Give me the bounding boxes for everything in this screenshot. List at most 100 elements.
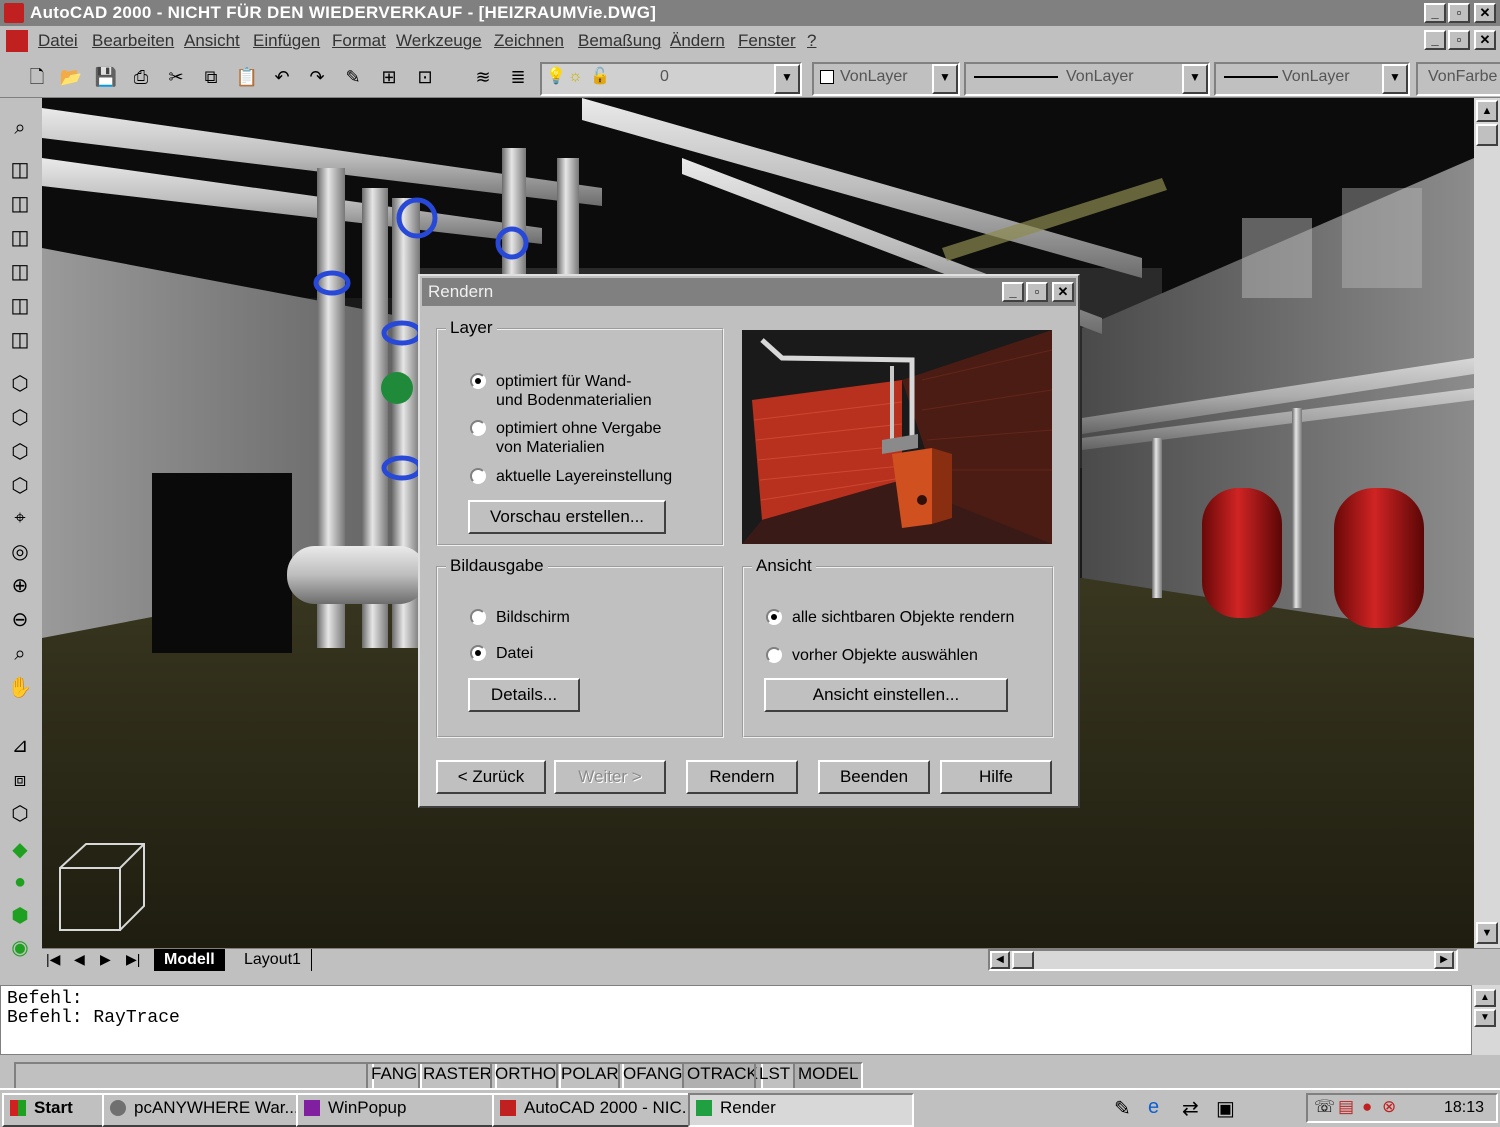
prev-tab-icon[interactable]: ◀ <box>74 951 85 968</box>
box-icon[interactable]: ⬡ <box>6 800 34 828</box>
layers-icon[interactable]: ≋ <box>470 64 496 90</box>
insert-block-icon[interactable]: ⊡ <box>412 64 438 90</box>
close-button[interactable]: ✕ <box>1474 3 1496 23</box>
desktop-icon[interactable]: ▣ <box>1216 1096 1235 1121</box>
command-scrollbar[interactable]: ▲ ▼ <box>1472 985 1500 1055</box>
dialog-minimize-button[interactable]: _ <box>1002 282 1024 302</box>
lineweight-dropdown[interactable]: VonLayer ▼ <box>1214 62 1410 96</box>
left-view-icon[interactable]: ◫ <box>6 224 34 252</box>
linetype-dropdown[interactable]: VonLayer ▼ <box>964 62 1210 96</box>
menu-datei[interactable]: Datei <box>38 31 78 51</box>
dialog-maximize-button[interactable]: ▫ <box>1026 282 1048 302</box>
mapping-icon[interactable]: ⬢ <box>6 902 34 930</box>
menu-aendern[interactable]: Ändern <box>670 31 725 51</box>
quicklaunch-editor-icon[interactable]: ✎ <box>1114 1096 1131 1121</box>
first-tab-icon[interactable]: |◀ <box>46 951 60 968</box>
bottom-view-icon[interactable]: ◫ <box>6 190 34 218</box>
set-view-button[interactable]: Ansicht einstellen... <box>764 678 1008 712</box>
menu-format[interactable]: Format <box>332 31 386 51</box>
front-view-icon[interactable]: ◫ <box>6 292 34 320</box>
network-icon[interactable]: ⇄ <box>1182 1096 1199 1121</box>
open-folder-icon[interactable]: 📂 <box>58 64 84 90</box>
zoom-window-icon[interactable]: ⌕ <box>6 640 34 668</box>
save-icon[interactable]: 💾 <box>93 64 119 90</box>
undo-icon[interactable]: ↶ <box>269 64 295 90</box>
maximize-button[interactable]: ▫ <box>1448 3 1470 23</box>
task-pcanywhere[interactable]: pcANYWHERE War... <box>102 1093 326 1127</box>
doc-minimize-button[interactable]: _ <box>1424 30 1446 50</box>
landscape-icon[interactable]: ◉ <box>6 934 34 962</box>
doc-close-button[interactable]: ✕ <box>1474 30 1496 50</box>
design-center-icon[interactable]: ⊞ <box>376 64 402 90</box>
task-winpopup[interactable]: WinPopup <box>296 1093 522 1127</box>
right-view-icon[interactable]: ◫ <box>6 258 34 286</box>
radio-render-all-visible[interactable]: alle sichtbaren Objekte rendern <box>766 608 1014 627</box>
scroll-down-icon[interactable]: ▼ <box>1476 922 1498 944</box>
menu-bemassung[interactable]: Bemaßung <box>578 31 661 51</box>
h-scroll-thumb[interactable] <box>1012 951 1034 969</box>
zoom-in-icon[interactable]: ⊕ <box>6 572 34 600</box>
top-view-icon[interactable]: ◫ <box>6 156 34 184</box>
radio-current-layer[interactable]: aktuelle Layereinstellung <box>470 467 672 486</box>
minimize-button[interactable]: _ <box>1424 3 1446 23</box>
start-button[interactable]: Start <box>2 1093 116 1127</box>
scene-icon[interactable]: ⧈ <box>6 766 34 794</box>
scroll-thumb[interactable] <box>1476 124 1498 146</box>
tray-ati-icon[interactable]: ⊗ <box>1382 1097 1396 1117</box>
details-button[interactable]: Details... <box>468 678 580 712</box>
properties-icon[interactable]: ✎ <box>340 64 366 90</box>
materials-icon[interactable]: ◆ <box>6 836 34 864</box>
dialog-close-button[interactable]: ✕ <box>1052 282 1074 302</box>
menu-bearbeiten[interactable]: Bearbeiten <box>92 31 174 51</box>
color-dropdown[interactable]: VonLayer ▼ <box>812 62 960 96</box>
pan-icon[interactable]: ✋ <box>6 674 34 702</box>
next-button[interactable]: Weiter > <box>554 760 666 794</box>
horizontal-scrollbar[interactable]: ◀ ▶ <box>988 949 1458 971</box>
radio-output-screen[interactable]: Bildschirm <box>470 608 570 627</box>
tray-monitor-icon[interactable]: ▤ <box>1338 1097 1354 1117</box>
menu-help[interactable]: ? <box>807 31 816 51</box>
radio-output-file[interactable]: Datei <box>470 644 533 663</box>
status-lwt[interactable]: LST <box>754 1062 796 1090</box>
menu-ansicht[interactable]: Ansicht <box>184 31 240 51</box>
help-button[interactable]: Hilfe <box>940 760 1052 794</box>
chevron-down-icon[interactable]: ▼ <box>1382 64 1408 94</box>
plotstyle-dropdown[interactable]: VonFarbe <box>1416 62 1500 96</box>
back-view-icon[interactable]: ◫ <box>6 326 34 354</box>
menu-zeichnen[interactable]: Zeichnen <box>494 31 564 51</box>
menu-werkzeuge[interactable]: Werkzeuge <box>396 31 482 51</box>
status-ortho[interactable]: ORTHO <box>490 1062 562 1090</box>
sphere-icon[interactable]: ● <box>6 868 34 896</box>
ne-iso-icon[interactable]: ⬡ <box>6 438 34 466</box>
scroll-down-icon[interactable]: ▼ <box>1474 1009 1496 1027</box>
scroll-up-icon[interactable]: ▲ <box>1476 100 1498 122</box>
radio-optimized-no-materials[interactable]: optimiert ohne Vergabe von Materialien <box>470 419 661 457</box>
next-tab-icon[interactable]: ▶ <box>100 951 111 968</box>
copy-icon[interactable]: ⧉ <box>198 64 224 90</box>
scroll-left-icon[interactable]: ◀ <box>990 951 1010 969</box>
sw-iso-icon[interactable]: ⬡ <box>6 370 34 398</box>
command-window[interactable]: Befehl: Befehl: RayTrace <box>0 985 1472 1055</box>
status-model[interactable]: MODEL <box>793 1062 864 1090</box>
radio-optimized-materials[interactable]: optimiert für Wand- und Bodenmaterialien <box>470 372 652 410</box>
finish-button[interactable]: Beenden <box>818 760 930 794</box>
menu-fenster[interactable]: Fenster <box>738 31 796 51</box>
status-polar[interactable]: POLAR <box>556 1062 624 1090</box>
last-tab-icon[interactable]: ▶| <box>126 951 140 968</box>
tab-model[interactable]: Modell <box>154 949 225 971</box>
paste-icon[interactable]: 📋 <box>234 64 260 90</box>
tray-record-icon[interactable]: ● <box>1362 1097 1372 1117</box>
scroll-up-icon[interactable]: ▲ <box>1474 989 1496 1007</box>
vertical-scrollbar[interactable]: ▲ ▼ <box>1474 98 1500 948</box>
status-snap[interactable]: FANG <box>366 1062 423 1090</box>
chevron-down-icon[interactable]: ▼ <box>1182 64 1208 94</box>
task-autocad[interactable]: AutoCAD 2000 - NIC... <box>492 1093 718 1127</box>
task-render[interactable]: Render <box>688 1093 914 1127</box>
camera-icon[interactable]: ⌖ <box>6 504 34 532</box>
new-file-icon[interactable]: 🗋 <box>24 64 50 90</box>
tray-network-icon[interactable]: ☏ <box>1314 1097 1335 1117</box>
back-button[interactable]: < Zurück <box>436 760 546 794</box>
scroll-right-icon[interactable]: ▶ <box>1434 951 1454 969</box>
menu-einfuegen[interactable]: Einfügen <box>253 31 320 51</box>
layer-previous-icon[interactable]: ≣ <box>505 64 531 90</box>
